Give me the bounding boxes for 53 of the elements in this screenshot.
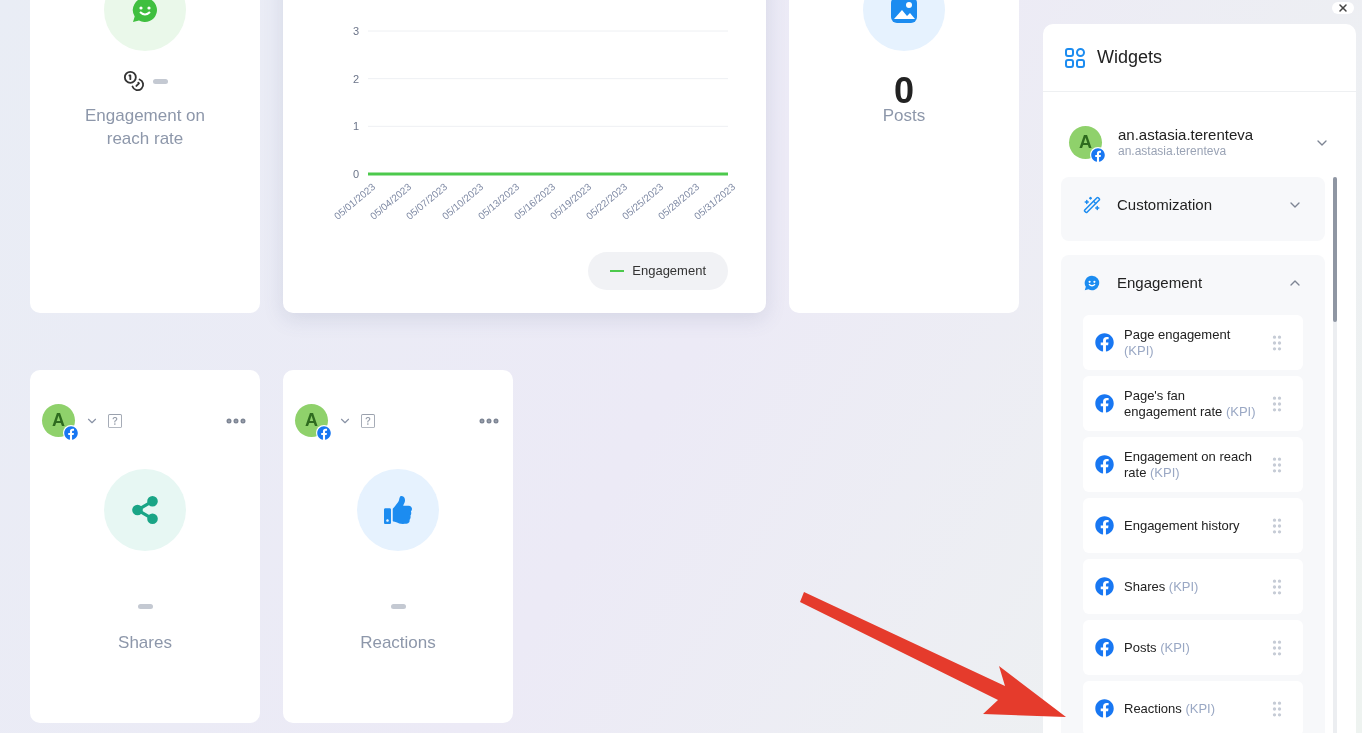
empty-value-bar [152, 78, 168, 84]
widget-name: Engagement history [1124, 517, 1241, 534]
coins-icon [122, 70, 145, 92]
help-icon[interactable] [108, 413, 122, 428]
widget-name: Page engagement (KPI) [1124, 326, 1232, 359]
facebook-icon [1095, 455, 1114, 474]
section-header[interactable]: Customization [1061, 177, 1325, 233]
facebook-icon [1095, 516, 1114, 535]
section-title: Customization [1117, 194, 1214, 215]
account-handle: an.astasia.terenteva [1118, 144, 1228, 159]
widget-item[interactable]: Page's fan engagement rate (KPI) [1083, 376, 1303, 431]
y-tick-label: 0 [352, 168, 359, 180]
legend-line-icon [610, 270, 625, 272]
widget-name: Page's fan engagement rate (KPI) [1124, 387, 1257, 420]
metric-title: Shares [117, 632, 173, 654]
empty-value-bar [137, 603, 153, 609]
legend-label: Engagement [632, 262, 706, 281]
help-icon[interactable] [361, 413, 375, 428]
smile-bubble-icon [1083, 274, 1101, 292]
facebook-icon [1095, 394, 1114, 413]
metric-title: Engagement on reach rate [83, 105, 206, 150]
close-icon [1337, 2, 1349, 14]
empty-value-bar [390, 603, 406, 609]
metric-title: Reactions [359, 632, 437, 654]
close-button[interactable] [1332, 2, 1354, 14]
widget-name: Shares (KPI) [1124, 578, 1200, 595]
widget-item[interactable]: Shares (KPI) [1083, 559, 1303, 614]
facebook-icon [1095, 577, 1114, 596]
panel-title: Widgets [1097, 46, 1163, 69]
y-tick-label: 1 [352, 120, 359, 133]
widget-item[interactable]: Posts (KPI) [1083, 620, 1303, 675]
facebook-icon [63, 425, 79, 441]
widget-name: Reactions (KPI) [1124, 700, 1217, 717]
widget-item[interactable]: Engagement history [1083, 498, 1303, 553]
widget-item[interactable]: Engagement on reach rate (KPI) [1083, 437, 1303, 492]
widgets-icon [1065, 47, 1085, 68]
widget-name: Engagement on reach rate (KPI) [1124, 448, 1253, 481]
facebook-icon [1095, 333, 1114, 352]
y-tick-label: 2 [352, 72, 359, 85]
widget-name: Posts (KPI) [1124, 639, 1191, 656]
facebook-icon [1095, 699, 1114, 718]
facebook-icon [1095, 638, 1114, 657]
account-selector[interactable]: A an.astasia.terenteva an.astasia.terenteva [1043, 92, 1356, 177]
y-tick-label: 3 [352, 25, 359, 37]
facebook-icon [1090, 147, 1106, 163]
account-name: an.astasia.terenteva [1118, 126, 1255, 144]
magic-wand-icon [1083, 196, 1101, 214]
scrollbar[interactable] [1333, 177, 1337, 733]
section-title: Engagement [1117, 272, 1204, 293]
section-header[interactable]: Engagement [1061, 255, 1325, 311]
widget-item[interactable]: Page engagement (KPI) [1083, 315, 1303, 370]
widget-item[interactable]: Reactions (KPI) [1083, 681, 1303, 733]
facebook-icon [316, 425, 332, 441]
